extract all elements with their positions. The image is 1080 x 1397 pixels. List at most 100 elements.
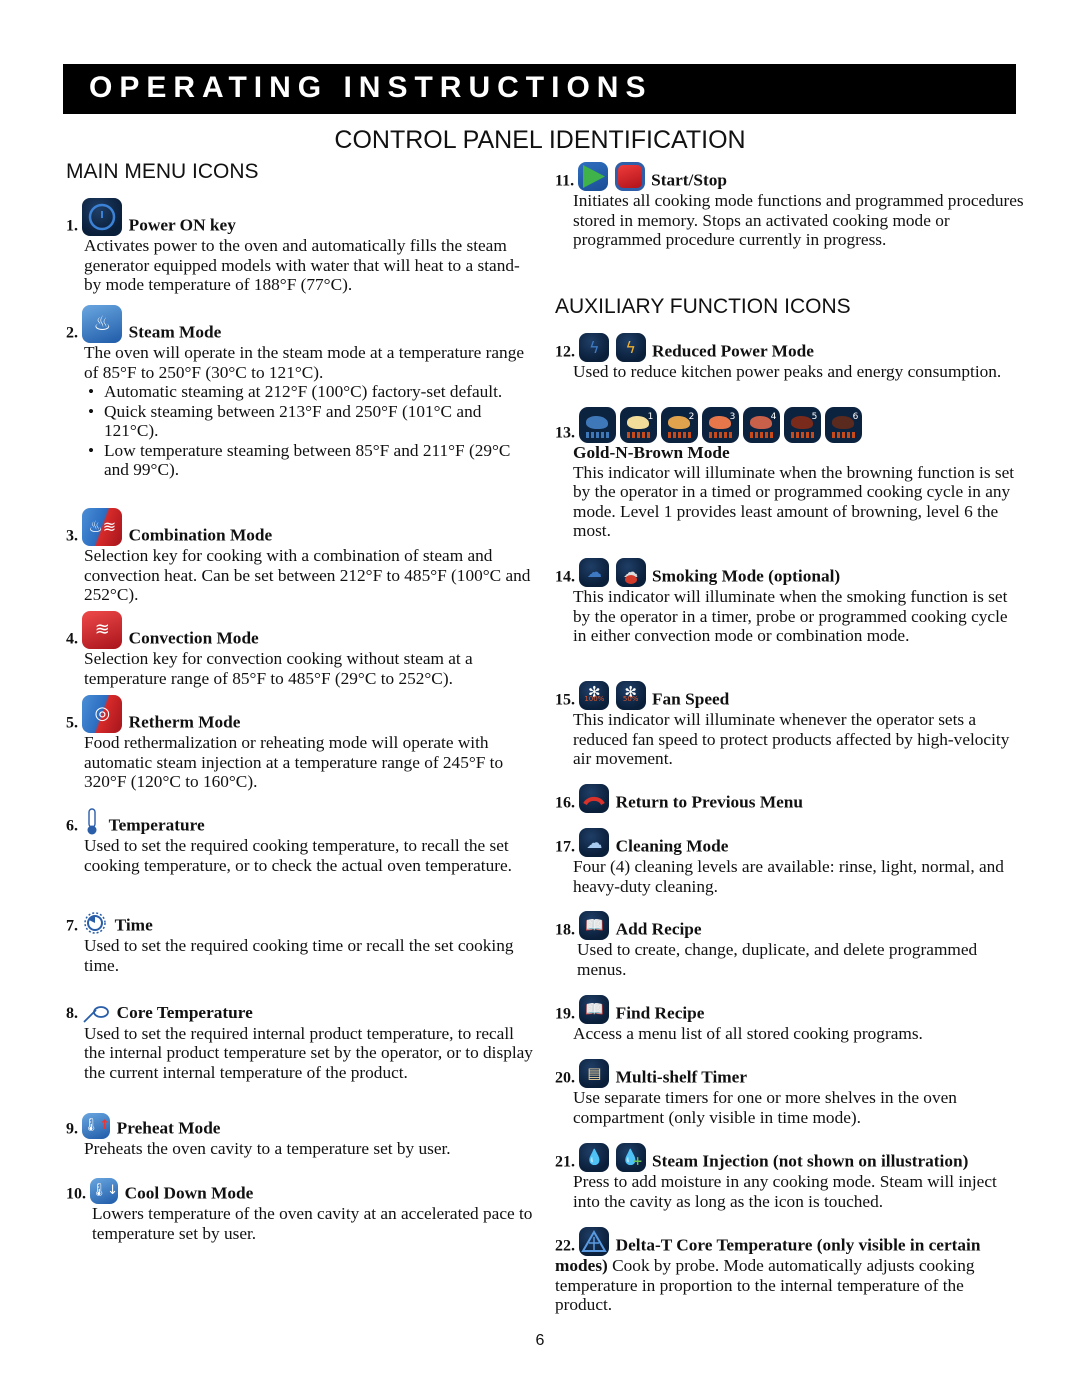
- list-item: 10. 🌡↓ Cool Down Mode Lowers temperature…: [66, 1178, 536, 1243]
- multi-shelf-timer-icon: ▤: [579, 1059, 610, 1088]
- item-number: 5.: [66, 714, 78, 732]
- browning-level-3-icon: 3: [702, 407, 740, 443]
- banner-title: OPERATING INSTRUCTIONS: [89, 71, 653, 104]
- browning-off-icon: [579, 407, 617, 443]
- item-description: Lowers temperature of the oven cavity at…: [92, 1204, 533, 1243]
- fan-100-icon: ✻ 100%: [579, 681, 610, 710]
- item-title: Steam Mode: [128, 322, 222, 342]
- stop-icon: [614, 162, 645, 191]
- list-item: 2. ♨ Steam Mode The oven will operate in…: [66, 305, 536, 480]
- item-title: Cleaning Mode: [615, 836, 729, 856]
- item-title: Find Recipe: [615, 1003, 705, 1023]
- browning-level-6-icon: 6: [825, 407, 863, 443]
- auxiliary-heading: AUXILIARY FUNCTION ICONS: [555, 295, 851, 318]
- item-number: 1.: [66, 217, 78, 235]
- list-item: 17. ☁ Cleaning Mode Four (4) cleaning le…: [555, 828, 1025, 896]
- level-label: 2: [688, 412, 695, 422]
- item-description: Preheats the oven cavity to a temperatur…: [84, 1139, 451, 1158]
- list-item: 1. Power ON key Activates power to the o…: [66, 198, 536, 295]
- power-icon: [82, 198, 123, 236]
- item-title: Start/Stop: [651, 170, 727, 190]
- list-item: 14. ☁ ☁ Smoking Mode (optional) This ind…: [555, 558, 1025, 646]
- fan-50-icon: ✻ 50%: [615, 681, 646, 710]
- browning-level-2-icon: 2: [661, 407, 699, 443]
- item-number: 21.: [555, 1153, 575, 1171]
- browning-level-1-icon: 1: [620, 407, 658, 443]
- item-title: Fan Speed: [651, 689, 730, 709]
- list-item: 12. ϟ ϟ Reduced Power Mode Used to reduc…: [555, 333, 1025, 382]
- list-item: 19. 📖 Find Recipe Access a menu list of …: [555, 995, 1025, 1044]
- item-title: Steam Injection (not shown on illustrati…: [651, 1151, 969, 1171]
- start-icon: [578, 162, 609, 191]
- browning-level-icons: 1 2 3 4 5 6: [579, 407, 863, 443]
- thermometer-icon: [82, 808, 102, 836]
- item-title: Smoking Mode (optional): [651, 566, 841, 586]
- retherm-icon: ◎: [82, 695, 123, 733]
- steam-injection-on-icon: 💧 +: [615, 1143, 646, 1172]
- item-number: 15.: [555, 691, 575, 709]
- level-label: 3: [729, 412, 736, 422]
- item-description: Initiates all cooking mode functions and…: [573, 191, 1024, 249]
- item-title: Reduced Power Mode: [651, 341, 814, 361]
- item-title: Time: [114, 915, 153, 935]
- item-number: 8.: [66, 1005, 78, 1022]
- item-title: Convection Mode: [128, 628, 259, 648]
- item-number: 2.: [66, 324, 78, 342]
- find-recipe-icon: 📖: [579, 995, 610, 1024]
- convection-icon: ≋: [82, 611, 123, 649]
- smoking-on-icon: ☁: [615, 558, 646, 587]
- level-label: 6: [852, 412, 859, 422]
- combination-icon: ♨≋: [82, 508, 123, 546]
- item-title: Return to Previous Menu: [615, 792, 804, 812]
- bullet-item: Quick steaming between 213°F and 250°F (…: [80, 402, 536, 441]
- item-number: 13.: [555, 424, 575, 442]
- preheat-icon: 🌡 ↑: [82, 1113, 111, 1139]
- item-title: Temperature: [108, 815, 205, 835]
- item-number: 18.: [555, 921, 575, 939]
- item-title: Power ON key: [128, 215, 236, 235]
- smoking-off-icon: ☁: [579, 558, 610, 587]
- list-item: 6. Temperature Used to set the required …: [66, 808, 536, 875]
- bullet-item: Low temperature steaming between 85°F an…: [80, 441, 536, 480]
- item-title: Gold-N-Brown Mode: [573, 443, 730, 462]
- list-item: 15. ✻ 100% ✻ 50% Fan Speed This indicator …: [555, 681, 1025, 769]
- item-number: 19.: [555, 1005, 575, 1023]
- item-description: This indicator will illuminate when the …: [573, 462, 1015, 541]
- item-number: 3.: [66, 527, 78, 545]
- item-description: The oven will operate in the steam mode …: [84, 343, 525, 382]
- page-title: CONTROL PANEL IDENTIFICATION: [334, 126, 746, 154]
- item-number: 7.: [66, 917, 78, 935]
- item-number: 4.: [66, 630, 78, 648]
- cool-down-icon: 🌡↓: [90, 1178, 119, 1204]
- list-item: 21. 💧 💧 + Steam Injection (not shown on i…: [555, 1143, 1025, 1211]
- return-icon: [579, 784, 610, 813]
- cleaning-icon: ☁: [579, 828, 610, 857]
- power-reduced-on-icon: ϟ: [615, 333, 646, 362]
- steam-injection-off-icon: 💧: [579, 1143, 610, 1172]
- item-number: 10.: [66, 1185, 86, 1203]
- list-item: 3. ♨≋ Combination Mode Selection key for…: [66, 508, 536, 605]
- item-title: Cool Down Mode: [124, 1183, 254, 1203]
- fan-label: 50%: [622, 694, 639, 703]
- item-number: 6.: [66, 817, 78, 835]
- item-number: 14.: [555, 568, 575, 586]
- item-description: Four (4) cleaning levels are available: …: [573, 857, 1004, 896]
- item-title: Preheat Mode: [116, 1118, 221, 1138]
- item-description: Use separate timers for one or more shel…: [573, 1088, 957, 1127]
- item-number: 17.: [555, 838, 575, 856]
- item-title: Combination Mode: [128, 525, 273, 545]
- core-probe-icon: [82, 1004, 110, 1024]
- browning-level-5-icon: 5: [784, 407, 822, 443]
- list-item: 13. 1 2 3 4 5 6 Gold-N-Brown Mode This i…: [555, 407, 1025, 541]
- timer-icon: [82, 910, 108, 936]
- item-description: Access a menu list of all stored cooking…: [573, 1024, 923, 1043]
- item-number: 12.: [555, 343, 575, 361]
- item-description: Press to add moisture in any cooking mod…: [573, 1172, 997, 1211]
- list-item: 8. Core Temperature Used to set the requ…: [66, 1003, 536, 1082]
- main-menu-heading: MAIN MENU ICONS: [66, 160, 259, 183]
- item-number: 9.: [66, 1120, 78, 1138]
- item-description: Used to create, change, duplicate, and d…: [577, 940, 978, 979]
- item-title: Core Temperature: [116, 1003, 253, 1022]
- item-description: Cook by probe. Mode automatically adjust…: [555, 1256, 975, 1314]
- list-item: 7. Time Used to set the required cooking…: [66, 910, 536, 975]
